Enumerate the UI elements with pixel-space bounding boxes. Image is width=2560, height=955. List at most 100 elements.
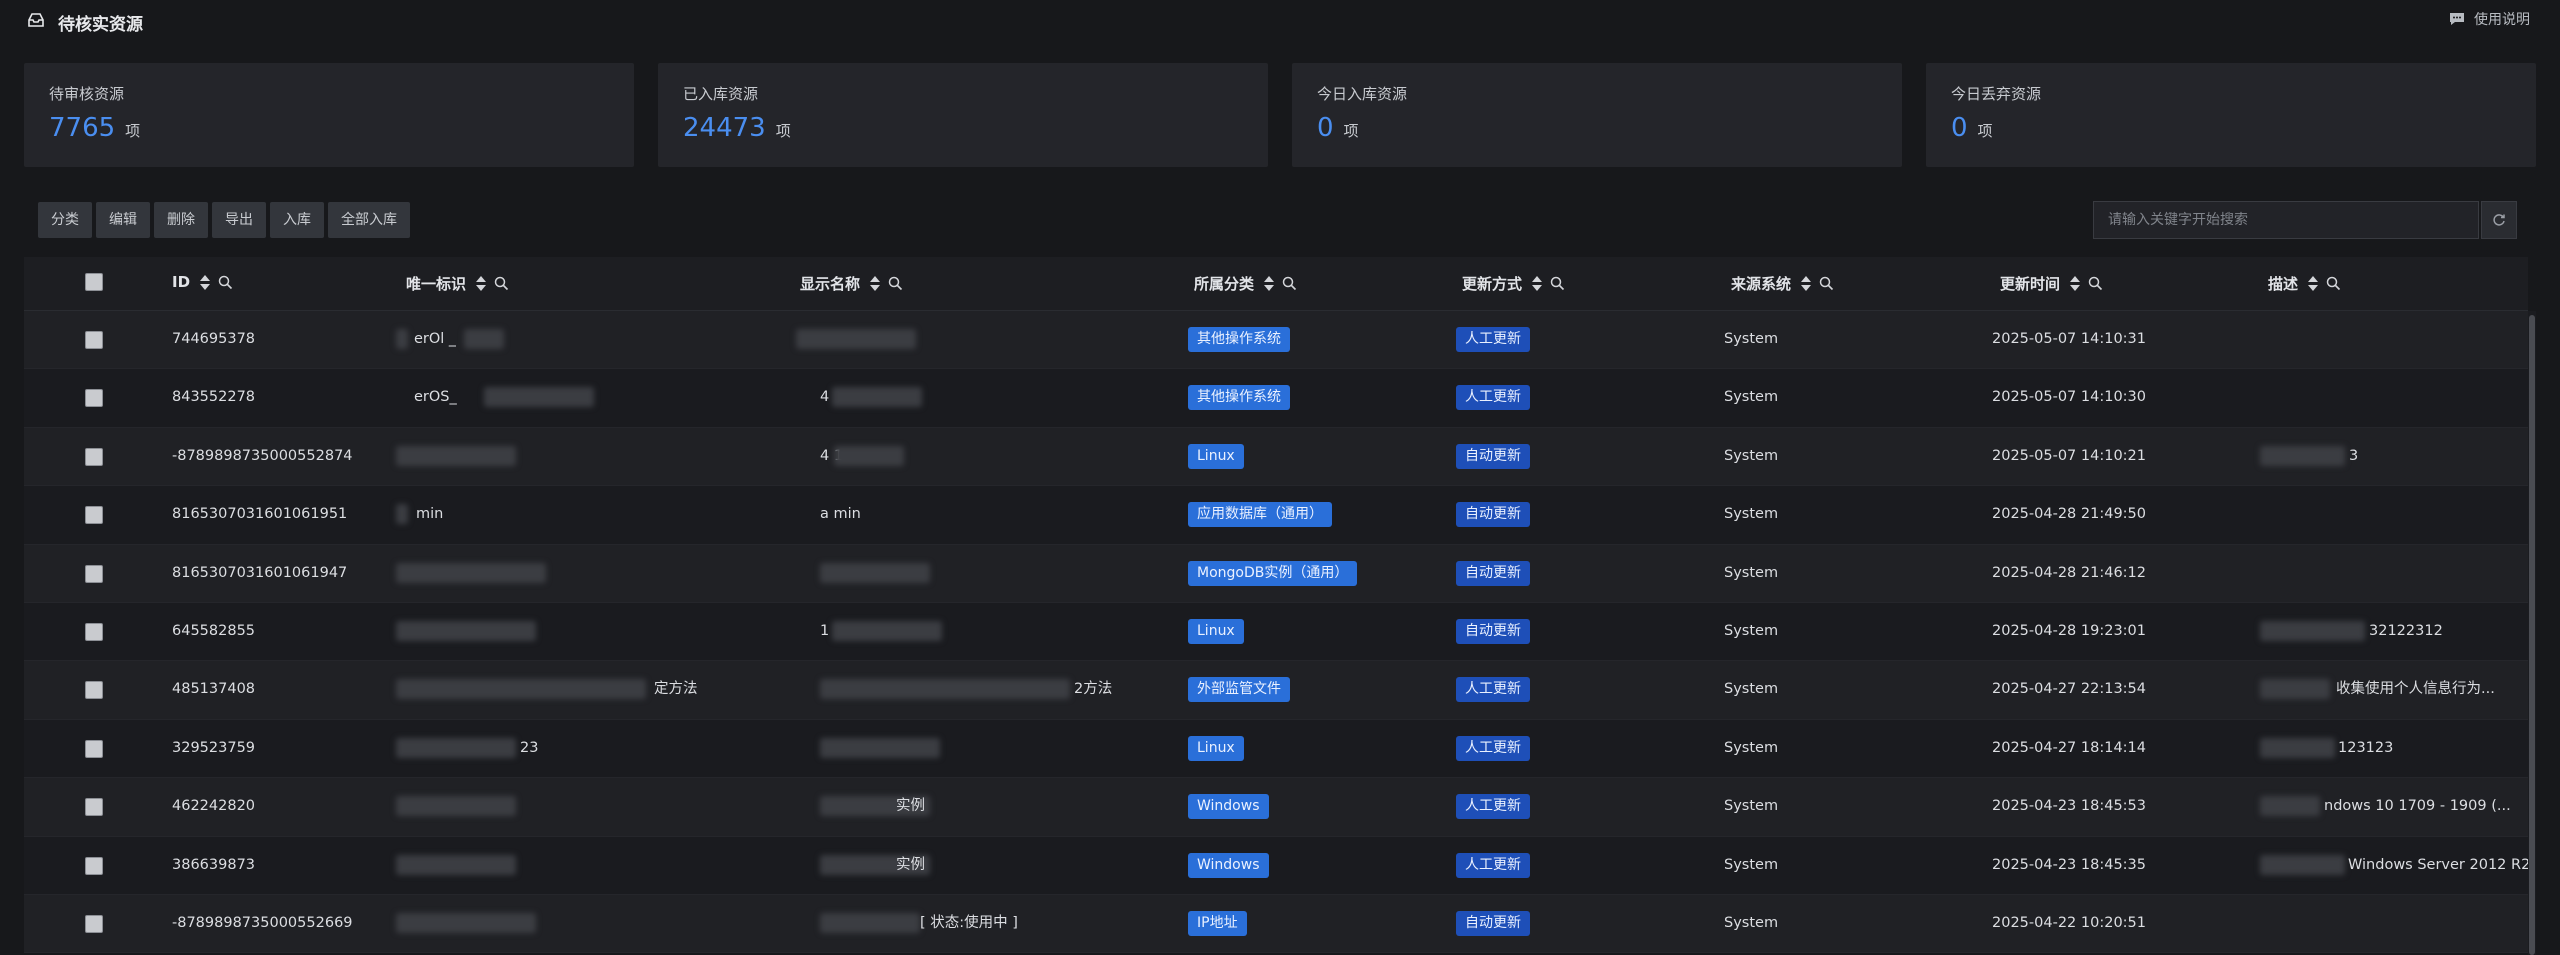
store-button[interactable]: 入库 (270, 202, 324, 238)
redacted-block (396, 796, 516, 817)
column-header-name[interactable]: 显示名称 (800, 273, 903, 294)
search-icon[interactable] (1550, 276, 1565, 291)
redacted-block (820, 562, 930, 583)
row-checkbox[interactable] (85, 331, 103, 349)
table-row[interactable]: 8165307031601061947 MongoDB实例（通用） 自动更新 S… (24, 544, 2528, 603)
sort-icon[interactable] (2070, 276, 2081, 291)
vertical-scrollbar[interactable] (2528, 311, 2536, 955)
table-row[interactable]: 744695378 erOl _ 其他操作系统 人工更新 System 2025… (24, 311, 2528, 370)
row-checkbox[interactable] (85, 622, 103, 641)
column-label: 更新时间 (2000, 275, 2061, 293)
stat-unit: 项 (1343, 122, 1359, 140)
description-cell: 123123 (2338, 739, 2394, 756)
stat-card-today-discarded: 今日丢弃资源 0项 (1926, 63, 2536, 167)
stat-unit: 项 (775, 122, 791, 140)
update-method-tag: 人工更新 (1456, 852, 1530, 878)
column-label: 描述 (2268, 275, 2299, 293)
row-checkbox[interactable] (85, 564, 103, 583)
row-checkbox[interactable] (85, 447, 103, 466)
row-checkbox[interactable] (85, 681, 103, 700)
source-cell: System (1724, 739, 1779, 756)
redacted-block (2260, 796, 2320, 817)
table-row[interactable]: 329523759 23 Linux 人工更新 System 2025-04-2… (24, 719, 2528, 779)
classify-button[interactable]: 分类 (38, 202, 92, 238)
refresh-button[interactable] (2481, 201, 2517, 239)
table-row[interactable]: 8165307031601061951 min a min 应用数据库（通用） … (24, 486, 2528, 545)
edit-button[interactable]: 编辑 (96, 202, 150, 238)
column-label: 显示名称 (800, 275, 861, 293)
table-row[interactable]: 645582855 1 Linux 自动更新 System 2025-04-28… (24, 602, 2528, 662)
scrollbar-thumb[interactable] (2529, 315, 2535, 955)
sort-icon[interactable] (1532, 276, 1543, 291)
table-row[interactable]: 462242820 实例 Windows 人工更新 System 2025-04… (24, 778, 2528, 837)
row-checkbox[interactable] (85, 739, 103, 758)
search-icon[interactable] (1819, 276, 1834, 291)
description-cell: 收集使用个人信息行为... (2336, 681, 2495, 698)
column-header-category[interactable]: 所属分类 (1194, 273, 1297, 294)
name-cell: 4 (820, 389, 830, 406)
row-checkbox[interactable] (85, 798, 103, 817)
table-row[interactable]: 485137408 定方法 2方法 外部监管文件 人工更新 System 202… (24, 661, 2528, 720)
id-cell: 843552278 (172, 389, 256, 406)
column-label: 唯一标识 (406, 275, 467, 293)
description-cell: Windows Server 2012 R2 (... (2348, 856, 2528, 873)
category-tag: 其他操作系统 (1188, 327, 1290, 352)
redacted-block (2260, 737, 2335, 758)
row-checkbox[interactable] (85, 856, 103, 875)
help-link[interactable]: 使用说明 (2448, 9, 2530, 29)
table-row[interactable]: -8789898735000552669 [ 状态:使用中 ] IP地址 自动更… (24, 894, 2528, 954)
search-icon[interactable] (218, 275, 233, 290)
time-cell: 2025-05-07 14:10:21 (1992, 447, 2146, 464)
column-header-source[interactable]: 来源系统 (1731, 273, 1834, 294)
row-checkbox[interactable] (85, 389, 103, 408)
sort-icon[interactable] (1264, 276, 1275, 291)
source-cell: System (1724, 914, 1779, 931)
stat-unit: 项 (125, 122, 141, 140)
select-all-checkbox[interactable] (85, 273, 103, 291)
column-header-description[interactable]: 描述 (2268, 273, 2341, 294)
search-input[interactable]: 请输入关键字开始搜索 (2093, 201, 2479, 239)
table-body: 744695378 erOl _ 其他操作系统 人工更新 System 2025… (24, 311, 2528, 954)
time-cell: 2025-04-23 18:45:35 (1992, 856, 2146, 873)
redacted-block (2260, 445, 2345, 466)
export-button[interactable]: 导出 (212, 202, 266, 238)
row-checkbox[interactable] (85, 914, 103, 933)
help-label: 使用说明 (2474, 12, 2530, 28)
column-header-id[interactable]: ID (172, 273, 233, 291)
redacted-block (820, 912, 920, 933)
id-cell: 744695378 (172, 331, 256, 347)
category-tag: Linux (1188, 443, 1244, 469)
refresh-icon (2493, 214, 2505, 226)
search-icon[interactable] (2326, 276, 2341, 291)
source-cell: System (1724, 506, 1779, 523)
stat-card-today-stored: 今日入库资源 0项 (1292, 63, 1902, 167)
table-row[interactable]: 386639873 实例 Windows 人工更新 System 2025-04… (24, 836, 2528, 895)
search-icon[interactable] (494, 276, 509, 291)
table-row[interactable]: -8789898735000552874 4 1 Linux 自动更新 Syst… (24, 427, 2528, 487)
search-icon[interactable] (1282, 276, 1297, 291)
delete-button[interactable]: 删除 (154, 202, 208, 238)
store-all-button[interactable]: 全部入库 (328, 202, 410, 238)
redacted-block (2260, 620, 2365, 641)
column-header-uid[interactable]: 唯一标识 (406, 273, 509, 294)
id-cell: -8789898735000552669 (172, 914, 353, 931)
source-cell: System (1724, 622, 1779, 639)
search-icon[interactable] (888, 276, 903, 291)
id-cell: 645582855 (172, 622, 256, 639)
sort-icon[interactable] (476, 276, 487, 291)
time-cell: 2025-04-27 18:14:14 (1992, 739, 2146, 756)
table-row[interactable]: 843552278 erOS_ 4 其他操作系统 人工更新 System 202… (24, 369, 2528, 428)
stats-row: 待审核资源 7765 项 已入库资源 24473 项 今日入库资源 0项 今日丢弃资… (24, 63, 2536, 167)
sort-icon[interactable] (1801, 276, 1812, 291)
name-cell: 实例 (896, 798, 925, 815)
id-cell: -8789898735000552874 (172, 447, 353, 464)
stat-label: 今日丢弃资源 (1951, 85, 2042, 103)
column-header-update-time[interactable]: 更新时间 (2000, 273, 2103, 294)
column-header-update-method[interactable]: 更新方式 (1462, 273, 1565, 294)
category-tag: 应用数据库（通用） (1188, 502, 1332, 528)
search-icon[interactable] (2088, 276, 2103, 291)
sort-icon[interactable] (2308, 276, 2319, 291)
sort-icon[interactable] (870, 276, 881, 291)
sort-icon[interactable] (200, 274, 211, 290)
row-checkbox[interactable] (85, 506, 103, 525)
